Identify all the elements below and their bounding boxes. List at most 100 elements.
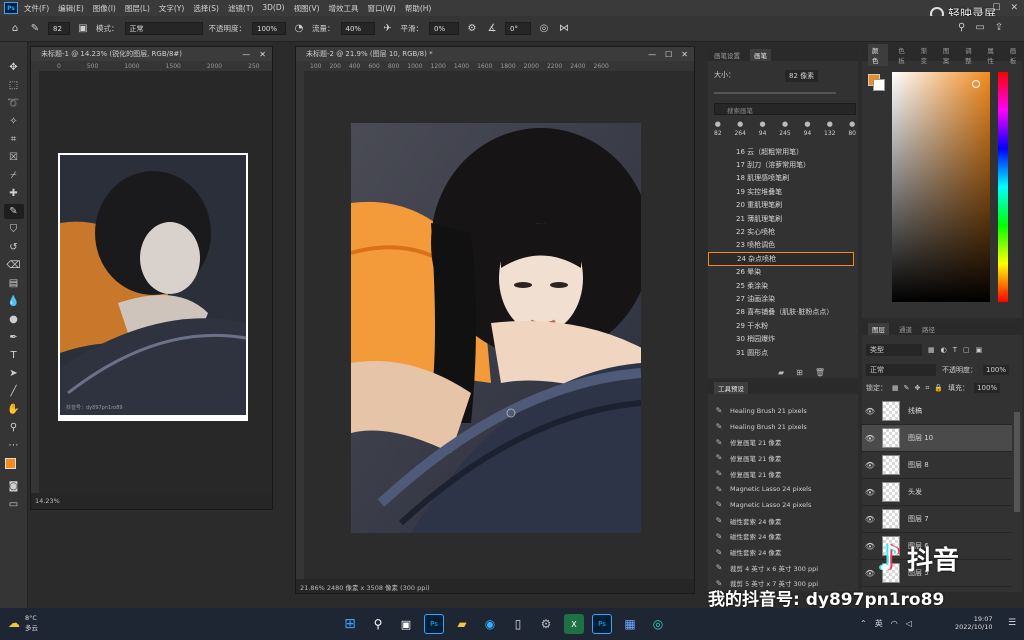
doc2-close-button[interactable]: ✕ <box>681 50 688 59</box>
doc2-minimize-button[interactable]: — <box>648 50 656 59</box>
recorder-app-icon[interactable]: ◎ <box>648 614 668 634</box>
layer-row[interactable]: 👁 线稿 <box>862 398 1012 425</box>
doc1-minimize-button[interactable]: — <box>242 50 250 59</box>
photoshop-taskbar-icon[interactable]: Ps <box>424 614 444 634</box>
blend-mode-select[interactable]: 正常 <box>866 364 936 376</box>
menu-item[interactable]: 3D(D) <box>262 3 284 14</box>
gradient-tool-icon[interactable]: ▤ <box>4 276 24 291</box>
brush-preset[interactable]: ● 132 <box>824 120 835 137</box>
doc1-canvas-area[interactable]: 抖音号：dy897pn1ro89 <box>39 71 272 493</box>
brush-list-item[interactable]: 25 柔涂染 <box>708 279 854 292</box>
brush-search-input[interactable]: 搜索画笔 <box>714 103 856 115</box>
hand-tool-icon[interactable]: ✋ <box>4 402 24 417</box>
tool-preset-item[interactable]: ✎ Magnetic Lasso 24 pixels <box>708 481 858 497</box>
tool-preset-item[interactable]: ✎ 裁剪 4 英寸 x 6 英寸 300 ppi <box>708 560 858 576</box>
lock-all-icon[interactable]: 🔒 <box>934 384 943 392</box>
color-panel-tab[interactable]: 渐变 <box>921 45 933 65</box>
tab-brushes[interactable]: 画笔 <box>750 48 771 61</box>
tab-paths[interactable]: 路径 <box>922 324 935 334</box>
mode-select[interactable]: 正常 <box>124 22 203 35</box>
tool-preset-item[interactable]: ✎ 修复画笔 21 像素 <box>708 466 858 482</box>
tab-layers[interactable]: 图层 <box>868 322 889 335</box>
brush-list-item[interactable]: 31 圆形点 <box>708 346 854 359</box>
more-tools-icon[interactable]: ⋯ <box>4 438 24 453</box>
foreground-color-swatch[interactable] <box>4 458 16 469</box>
clone-stamp-tool-icon[interactable]: ⛉ <box>4 222 24 237</box>
filter-type-icon[interactable]: T <box>953 346 957 354</box>
marquee-tool-icon[interactable]: ⬚ <box>4 78 24 93</box>
menu-item[interactable]: 视图(V) <box>294 3 320 14</box>
pressure-opacity-icon[interactable]: ◔ <box>292 23 306 34</box>
lock-brush-icon[interactable]: ✎ <box>904 384 910 392</box>
new-brush-icon[interactable]: ⊞ <box>796 368 803 377</box>
crop-tool-icon[interactable]: ⌗ <box>4 132 24 147</box>
tool-preset-item[interactable]: ✎ Healing Brush 21 pixels <box>708 419 858 435</box>
tab-channels[interactable]: 通道 <box>899 324 912 334</box>
visibility-eye-icon[interactable]: 👁 <box>862 569 878 578</box>
tool-preset-item[interactable]: ✎ Magnetic Lasso 24 pixels <box>708 497 858 513</box>
brush-settings-icon[interactable]: ▣ <box>76 23 90 34</box>
brush-preset[interactable]: ● 82 <box>714 120 722 137</box>
menu-item[interactable]: 文件(F) <box>24 3 49 14</box>
brush-preset[interactable]: ● 245 <box>779 120 790 137</box>
layer-filter-select[interactable]: 类型 <box>866 344 922 356</box>
layer-row[interactable]: 👁 头发 <box>862 479 1012 506</box>
menu-item[interactable]: 图像(I) <box>93 3 116 14</box>
brush-preset[interactable]: ● 264 <box>734 120 745 137</box>
tab-tool-presets[interactable]: 工具预设 <box>714 381 748 394</box>
lock-artboard-icon[interactable]: ⌗ <box>925 384 929 393</box>
tool-preset-item[interactable]: ✎ Healing Brush 21 pixels <box>708 403 858 419</box>
taskbar-search-icon[interactable]: ⚲ <box>368 614 388 634</box>
notification-icon[interactable]: ☰ <box>1008 618 1016 628</box>
brush-tool-icon[interactable]: ✎ <box>3 204 24 219</box>
visibility-eye-icon[interactable]: 👁 <box>862 542 878 551</box>
tray-chevron-icon[interactable]: ⌃ <box>860 619 867 628</box>
brush-list-item[interactable]: 18 肌理感喷笔刷 <box>708 172 854 185</box>
brush-preset[interactable]: ● 94 <box>759 120 767 137</box>
brush-size-slider[interactable] <box>714 92 836 94</box>
clock[interactable]: 19:07 2022/10/10 <box>955 615 992 631</box>
brush-list-item[interactable]: 24 杂点喷枪 <box>708 252 854 266</box>
doc2-maximize-button[interactable]: ☐ <box>665 50 672 59</box>
menu-item[interactable]: 帮助(H) <box>405 3 432 14</box>
type-tool-icon[interactable]: T <box>4 348 24 363</box>
weather-widget[interactable]: ☁ 8°C 多云 <box>8 614 38 632</box>
brush-list-item[interactable]: 23 喷枪调色 <box>708 239 854 252</box>
menu-item[interactable]: 选择(S) <box>193 3 219 14</box>
document-tab-2[interactable]: 未标题-2 @ 21.9% (图层 10, RGB/8) * — ☐ ✕ <box>296 47 694 61</box>
trash-icon[interactable]: 🗑 <box>815 368 825 377</box>
magic-wand-tool-icon[interactable]: ✧ <box>4 114 24 129</box>
brush-list-item[interactable]: 26 晕染 <box>708 266 854 279</box>
menu-item[interactable]: 窗口(W) <box>368 3 396 14</box>
input-method[interactable]: 英 <box>875 618 883 629</box>
color-panel-tab[interactable]: 画板 <box>1010 45 1022 65</box>
close-button[interactable]: ✕ <box>1010 3 1018 13</box>
history-brush-tool-icon[interactable]: ↺ <box>4 240 24 255</box>
tool-preset-item[interactable]: ✎ 磁性套索 24 像素 <box>708 544 858 560</box>
visibility-eye-icon[interactable]: 👁 <box>862 407 878 416</box>
pressure-size-icon[interactable]: ◎ <box>537 23 551 34</box>
edge-browser-icon[interactable]: ◉ <box>480 614 500 634</box>
visibility-eye-icon[interactable]: 👁 <box>862 461 878 470</box>
color-panel-tab[interactable]: 调整 <box>965 45 977 65</box>
settings-app-icon[interactable]: ⚙ <box>536 614 556 634</box>
brush-size-value[interactable]: 82 像素 <box>785 70 819 82</box>
start-button-icon[interactable]: ⊞ <box>340 614 360 634</box>
filter-shape-icon[interactable]: ▢ <box>963 346 970 354</box>
workspace-icon[interactable]: ▭ <box>975 22 984 33</box>
lasso-tool-icon[interactable]: ➰ <box>4 96 24 111</box>
brush-list-item[interactable]: 28 喜布铺叠（肌肤·脏粉点点） <box>708 306 854 319</box>
search-icon[interactable]: ⚲ <box>958 22 965 33</box>
brush-list-item[interactable]: 27 油画涂染 <box>708 292 854 305</box>
screen-mode-icon[interactable]: ▭ <box>4 497 24 512</box>
eyedropper-tool-icon[interactable]: ⌿ <box>4 168 24 183</box>
brush-list-item[interactable]: 20 重肌理笔刷 <box>708 199 854 212</box>
share-icon[interactable]: ⇪ <box>995 22 1003 33</box>
wifi-icon[interactable]: ◠ <box>891 619 898 628</box>
photoshop-taskbar-icon-2[interactable]: Ps <box>592 614 612 634</box>
path-selection-tool-icon[interactable]: ➤ <box>4 366 24 381</box>
flow-field[interactable]: 40% <box>340 22 375 35</box>
blur-tool-icon[interactable]: 💧 <box>4 294 24 309</box>
layer-row[interactable]: 👁 图层 8 <box>862 452 1012 479</box>
color-picker-handle[interactable] <box>972 80 980 88</box>
